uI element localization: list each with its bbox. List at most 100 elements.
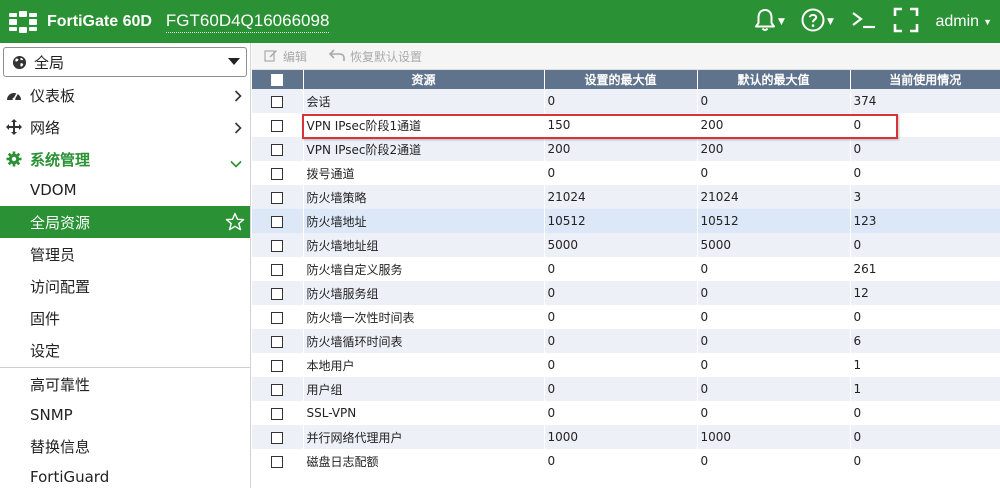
sidebar-item-fortiguard[interactable]: FortiGuard <box>0 461 250 488</box>
row-select-cell <box>252 233 304 257</box>
row-select-cell <box>252 209 304 233</box>
row-checkbox[interactable] <box>271 95 284 108</box>
cell-resource: 会话 <box>303 89 545 113</box>
row-select-cell <box>252 305 304 329</box>
cell-configured-max: 200 <box>544 137 698 161</box>
table-row[interactable]: 防火墙地址 10512 10512 123 <box>252 209 1000 233</box>
table-row[interactable]: 防火墙服务组 0 0 12 <box>252 281 1000 305</box>
chevron-down-icon: ▼ <box>827 16 834 27</box>
cell-default-max: 0 <box>697 377 851 401</box>
cli-console-button[interactable] <box>844 0 884 43</box>
fullscreen-button[interactable] <box>884 0 928 43</box>
chevron-right-icon <box>234 120 242 138</box>
cell-configured-max: 0 <box>544 161 698 185</box>
table-row[interactable]: 防火墙策略 21024 21024 3 <box>252 185 1000 209</box>
row-checkbox[interactable] <box>271 287 284 300</box>
reset-defaults-button[interactable]: 恢复默认设置 <box>328 48 423 65</box>
table-row[interactable]: VPN IPsec阶段2通道 200 200 0 <box>252 137 1000 161</box>
select-all-checkbox[interactable] <box>271 74 284 86</box>
sidebar-item-replacement-messages[interactable]: 替换信息 <box>0 430 250 462</box>
notifications-button[interactable]: ▼ <box>748 0 792 43</box>
cell-current-usage: 0 <box>850 113 1000 137</box>
row-checkbox[interactable] <box>271 215 284 228</box>
row-checkbox[interactable] <box>271 311 284 324</box>
table-row[interactable]: 用户组 0 0 1 <box>252 377 1000 401</box>
column-header-current-usage[interactable]: 当前使用情况 <box>850 70 1000 89</box>
sidebar-item-vdom[interactable]: VDOM <box>0 174 250 206</box>
cell-default-max: 0 <box>697 281 851 305</box>
vdom-selector[interactable]: 全局 <box>3 47 247 77</box>
table-row[interactable]: 防火墙地址组 5000 5000 0 <box>252 233 1000 257</box>
row-checkbox[interactable] <box>271 143 284 156</box>
gear-icon <box>6 151 22 167</box>
cell-resource: 用户组 <box>303 377 545 401</box>
table-row[interactable]: 并行网络代理用户 1000 1000 0 <box>252 425 1000 449</box>
sidebar-item-label: 全局资源 <box>30 213 91 232</box>
table-row[interactable]: 拨号通道 0 0 0 <box>252 161 1000 185</box>
cell-default-max: 200 <box>697 137 851 161</box>
column-header-configured-max[interactable]: 设置的最大值 <box>544 70 698 89</box>
column-header-default-max[interactable]: 默认的最大值 <box>697 70 851 89</box>
table-row[interactable]: 防火墙循环时间表 0 0 6 <box>252 329 1000 353</box>
row-checkbox[interactable] <box>271 455 284 468</box>
table-row[interactable]: 会话 0 0 374 <box>252 89 1000 113</box>
row-checkbox[interactable] <box>271 167 284 180</box>
cell-resource: 拨号通道 <box>303 161 545 185</box>
cell-configured-max: 0 <box>544 353 698 377</box>
cell-configured-max: 0 <box>544 89 698 113</box>
row-checkbox[interactable] <box>271 383 284 396</box>
row-checkbox[interactable] <box>271 239 284 252</box>
table-row[interactable]: VPN IPsec阶段1通道 150 200 0 <box>252 113 1000 137</box>
cell-current-usage: 1 <box>850 353 1000 377</box>
edit-button[interactable]: 编辑 <box>264 48 307 65</box>
row-checkbox[interactable] <box>271 359 284 372</box>
table-row[interactable]: 磁盘日志配额 0 0 0 <box>252 449 1000 473</box>
row-checkbox[interactable] <box>271 335 284 348</box>
favorite-star-icon[interactable] <box>225 212 245 236</box>
help-button[interactable]: ▼ <box>792 0 844 43</box>
sidebar-item-label: 替换信息 <box>30 437 91 456</box>
table-body: 会话 0 0 374 VPN IPsec阶段1通道 150 200 0 VPN IPsec阶段2… <box>252 89 1000 473</box>
cell-configured-max: 21024 <box>544 185 698 209</box>
sidebar-item-label: FortiGuard <box>30 468 110 486</box>
cell-default-max: 10512 <box>697 209 851 233</box>
sidebar-item-access-profiles[interactable]: 访问配置 <box>0 270 250 302</box>
table-row[interactable]: 防火墙自定义服务 0 0 261 <box>252 257 1000 281</box>
cell-current-usage: 0 <box>850 425 1000 449</box>
chevron-down-icon: ▼ <box>983 16 992 27</box>
column-header-resource[interactable]: 资源 <box>303 70 545 89</box>
global-resources-table: 资源 设置的最大值 默认的最大值 当前使用情况 会话 0 0 374 VPN IPsec… <box>252 70 1000 473</box>
table-row[interactable]: 本地用户 0 0 1 <box>252 353 1000 377</box>
sidebar-item-snmp[interactable]: SNMP <box>0 399 250 431</box>
reset-defaults-label: 恢复默认设置 <box>350 49 423 64</box>
sidebar-item-dashboard[interactable]: 仪表板 <box>0 79 250 111</box>
fullscreen-icon <box>893 7 919 36</box>
row-select-cell <box>252 425 304 449</box>
sidebar-item-firmware[interactable]: 固件 <box>0 302 250 334</box>
sidebar-item-system[interactable]: 系统管理 <box>0 143 250 175</box>
row-checkbox[interactable] <box>271 407 284 420</box>
sidebar-item-label: 管理员 <box>30 245 76 264</box>
product-name: FortiGate 60D <box>47 12 152 30</box>
cell-current-usage: 123 <box>850 209 1000 233</box>
sidebar-item-ha[interactable]: 高可靠性 <box>0 368 250 400</box>
user-menu[interactable]: admin ▼ <box>936 13 993 31</box>
table-row[interactable]: SSL-VPN 0 0 0 <box>252 401 1000 425</box>
row-checkbox[interactable] <box>271 263 284 276</box>
cell-current-usage: 0 <box>850 161 1000 185</box>
sidebar-item-global-resources[interactable]: 全局资源 <box>0 206 250 238</box>
sidebar-item-settings[interactable]: 设定 <box>0 334 250 366</box>
sidebar-item-network[interactable]: 网络 <box>0 111 250 143</box>
serial-number[interactable]: FGT60D4Q16066098 <box>165 11 330 33</box>
cell-resource: 防火墙循环时间表 <box>303 329 545 353</box>
select-all-header <box>252 70 304 89</box>
row-checkbox[interactable] <box>271 431 284 444</box>
row-select-cell <box>252 377 304 401</box>
sidebar-item-label: 访问配置 <box>30 277 91 296</box>
cell-configured-max: 0 <box>544 401 698 425</box>
row-checkbox[interactable] <box>271 191 284 204</box>
row-checkbox[interactable] <box>271 119 284 132</box>
table-row[interactable]: 防火墙一次性时间表 0 0 0 <box>252 305 1000 329</box>
sidebar-item-administrators[interactable]: 管理员 <box>0 238 250 270</box>
top-bar: FortiGate 60D FGT60D4Q16066098 ▼ ▼ admin… <box>0 0 1000 43</box>
